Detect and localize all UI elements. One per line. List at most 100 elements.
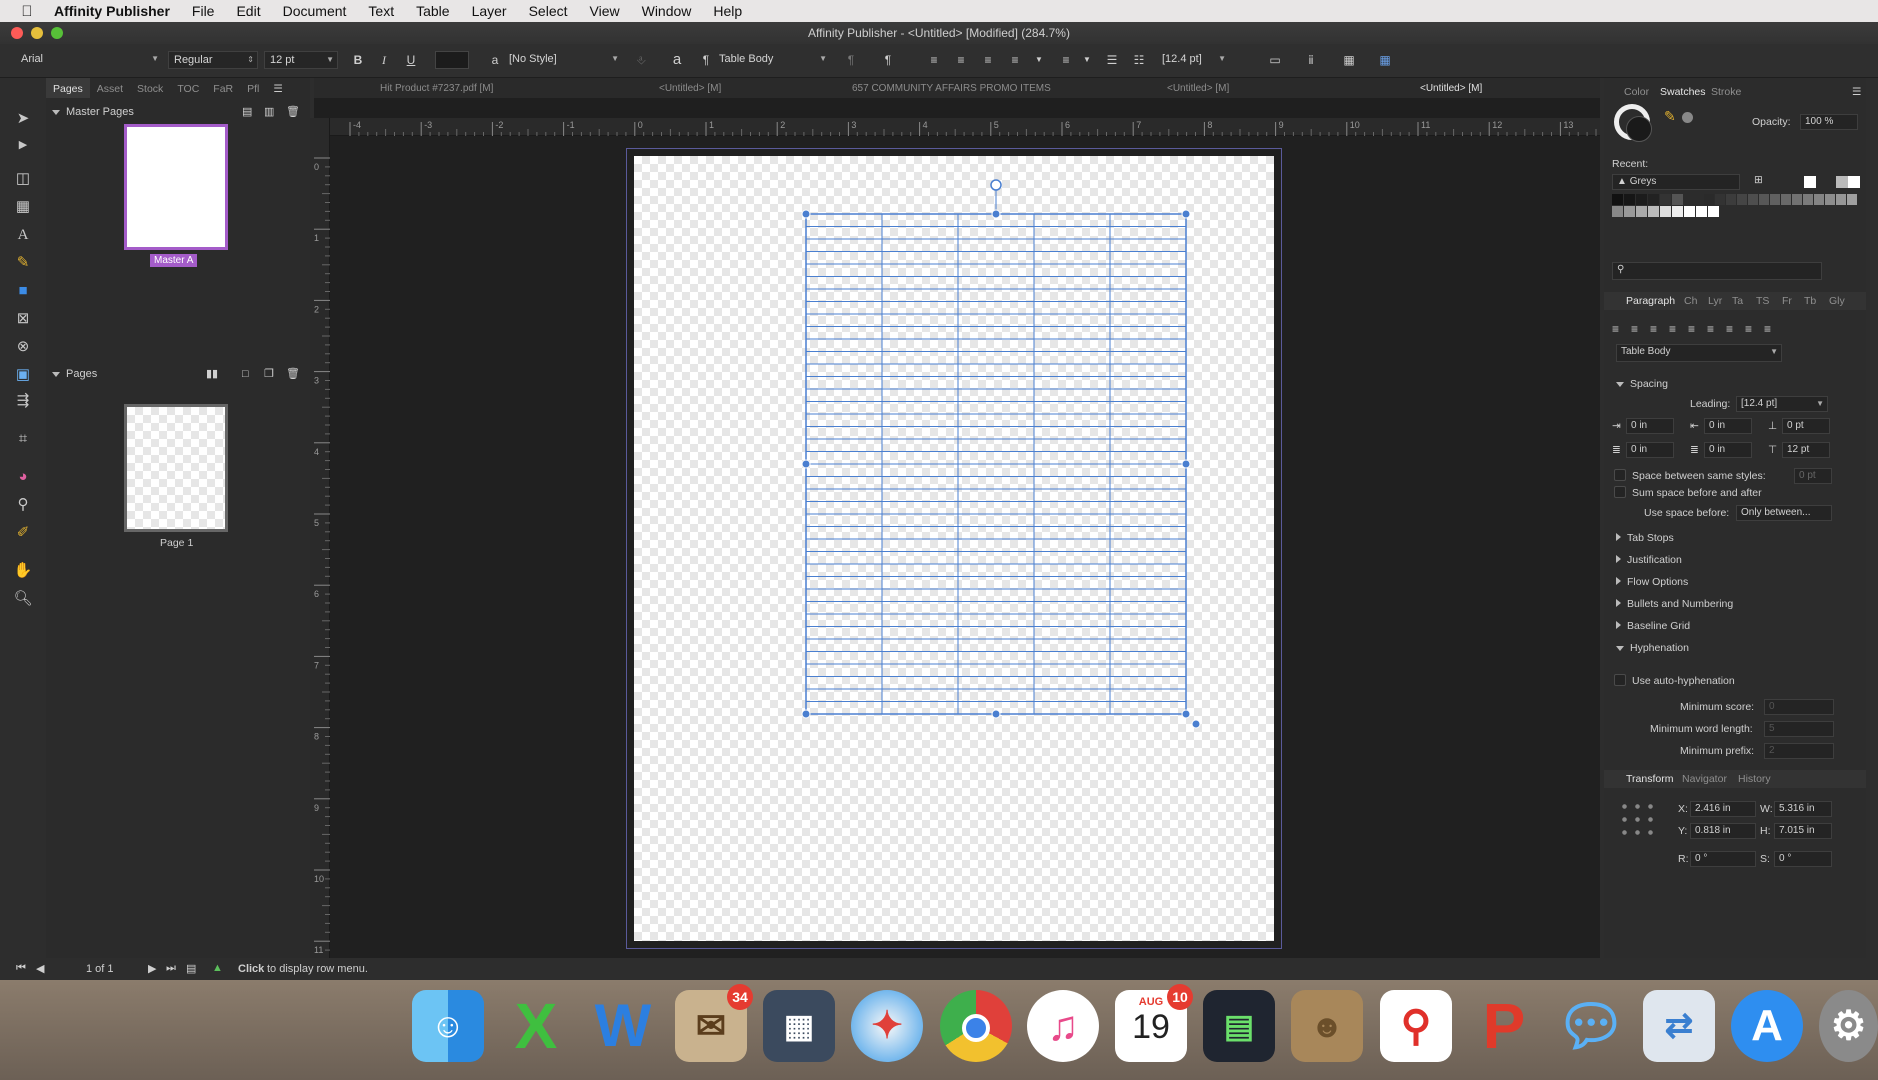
tab-character[interactable]: Ch bbox=[1684, 295, 1697, 307]
swatch-grey[interactable] bbox=[1847, 194, 1857, 205]
tab-text-styles[interactable]: Ta bbox=[1732, 295, 1743, 307]
eyedropper-icon[interactable]: ✎ bbox=[1664, 108, 1676, 125]
space-before-field[interactable]: 0 pt bbox=[1782, 418, 1830, 434]
chevron-down-icon[interactable]: ▼ bbox=[1076, 51, 1098, 69]
rotation-field[interactable]: 0 ° bbox=[1690, 851, 1756, 867]
none-swatch[interactable] bbox=[1804, 176, 1816, 188]
swatch-light-grey[interactable] bbox=[1836, 176, 1848, 188]
color-dot-icon[interactable] bbox=[1682, 112, 1693, 123]
swatch-dark[interactable] bbox=[1672, 194, 1683, 205]
calendar-icon[interactable]: AUG 19 10 bbox=[1115, 984, 1193, 1062]
tab-toc[interactable]: TOC bbox=[170, 78, 206, 98]
section-tab-stops[interactable]: Tab Stops bbox=[1616, 532, 1674, 544]
section-hyphenation[interactable]: Hyphenation bbox=[1616, 642, 1689, 654]
swatch-grey[interactable] bbox=[1836, 194, 1846, 205]
tab-find-replace[interactable]: FaR bbox=[206, 78, 240, 98]
menu-select[interactable]: Select bbox=[518, 3, 579, 19]
spread-view-icon[interactable]: ▮▮ bbox=[206, 364, 218, 384]
node-tool-icon[interactable]: ▶ bbox=[12, 134, 34, 156]
pages-header[interactable]: Pages ▮▮ □ ❐ 🗑︎ bbox=[46, 364, 310, 384]
excel-icon[interactable]: X bbox=[500, 990, 572, 1062]
min-word-length-field[interactable]: 5 bbox=[1764, 721, 1834, 737]
safari-icon[interactable]: ✦ bbox=[851, 990, 923, 1062]
last-page-icon[interactable]: ⏭ bbox=[166, 962, 176, 975]
swatch-grey[interactable] bbox=[1792, 194, 1802, 205]
canvas[interactable] bbox=[330, 136, 1600, 958]
hand-tool-icon[interactable]: ✋ bbox=[12, 560, 34, 582]
swatch-light[interactable] bbox=[1696, 206, 1707, 217]
h-field[interactable]: 7.015 in bbox=[1774, 823, 1832, 839]
font-size-select[interactable]: 12 pt ▼ bbox=[264, 51, 338, 69]
swatch-grey[interactable] bbox=[1803, 194, 1813, 205]
swatch-light[interactable] bbox=[1624, 206, 1635, 217]
swatch-grey[interactable] bbox=[1814, 194, 1824, 205]
page[interactable] bbox=[634, 156, 1274, 941]
align-center-icon[interactable]: ≡ bbox=[950, 51, 972, 69]
swatch-dark[interactable] bbox=[1624, 194, 1635, 205]
font-style-select[interactable]: Regular ⇕ bbox=[168, 51, 258, 69]
duplicate-page-icon[interactable]: ❐ bbox=[264, 364, 274, 384]
anchor-point-selector[interactable] bbox=[1618, 800, 1658, 840]
min-score-field[interactable]: 0 bbox=[1764, 699, 1834, 715]
menu-document[interactable]: Document bbox=[272, 3, 358, 19]
tab-swatches[interactable]: Swatches bbox=[1660, 86, 1706, 98]
space-between-field[interactable]: 0 pt bbox=[1794, 468, 1832, 484]
auto-hyphenation-checkbox[interactable] bbox=[1614, 674, 1626, 686]
tab-paragraph[interactable]: Paragraph bbox=[1626, 295, 1675, 307]
messages-icon[interactable]: 💬︎ bbox=[1555, 990, 1627, 1062]
swatch-grey[interactable] bbox=[1825, 194, 1835, 205]
transparency-tool-icon[interactable]: ⚲ bbox=[12, 494, 34, 516]
sum-space-checkbox[interactable] bbox=[1614, 486, 1626, 498]
swatch-grey[interactable] bbox=[1726, 194, 1736, 205]
preflight-icon[interactable]: ▲ bbox=[212, 962, 223, 974]
zoom-tool-icon[interactable]: 🔍︎ bbox=[12, 588, 34, 610]
tab-frame[interactable]: Fr bbox=[1782, 295, 1792, 307]
tab-stock[interactable]: Stock bbox=[130, 78, 170, 98]
page-1-thumbnail[interactable] bbox=[124, 404, 228, 532]
swatch-dark[interactable] bbox=[1636, 194, 1647, 205]
ellipse-frame-tool-icon[interactable]: ⊗ bbox=[12, 336, 34, 358]
swatch-dark[interactable] bbox=[1612, 194, 1623, 205]
close-window-button[interactable] bbox=[11, 27, 23, 39]
doc-tab-4[interactable]: <Untitled> [M] bbox=[1167, 83, 1229, 94]
last-line-indent-field[interactable]: 0 in bbox=[1704, 442, 1752, 458]
word-icon[interactable]: W bbox=[587, 990, 659, 1062]
y-field[interactable]: 0.818 in bbox=[1690, 823, 1756, 839]
app-store-icon[interactable]: A bbox=[1731, 990, 1803, 1062]
table-format-icon[interactable]: ▦ bbox=[1374, 51, 1396, 69]
minimize-window-button[interactable] bbox=[31, 27, 43, 39]
panel-menu-icon[interactable]: ☰ bbox=[266, 78, 289, 98]
color-picker-tool-icon[interactable]: ✐ bbox=[12, 522, 34, 544]
paragraph-style-select[interactable]: Table Body ▼ bbox=[714, 51, 830, 69]
zoom-window-button[interactable] bbox=[51, 27, 63, 39]
swatch-grey[interactable] bbox=[1770, 194, 1780, 205]
powerpoint-icon[interactable]: P bbox=[1468, 990, 1540, 1062]
tab-pages[interactable]: Pages bbox=[46, 78, 90, 98]
section-bullets-numbering[interactable]: Bullets and Numbering bbox=[1616, 598, 1733, 610]
swatch-grey[interactable] bbox=[1781, 194, 1791, 205]
swatch-search-input[interactable]: ⚲ bbox=[1612, 262, 1822, 280]
menu-app[interactable]: Affinity Publisher bbox=[54, 3, 181, 19]
next-page-icon[interactable]: ▶ bbox=[148, 962, 156, 975]
artistic-text-tool-icon[interactable]: A bbox=[12, 224, 34, 246]
rectangle-tool-icon[interactable]: ■ bbox=[12, 280, 34, 302]
crop-tool-icon[interactable]: ⌗ bbox=[12, 428, 34, 450]
vertical-align-icon[interactable]: ≡ bbox=[1055, 51, 1077, 69]
paragraph-style-dropdown[interactable]: Table Body ▼ bbox=[1616, 344, 1782, 362]
tab-transform[interactable]: Transform bbox=[1626, 773, 1673, 785]
swatch-grey[interactable] bbox=[1759, 194, 1769, 205]
left-indent-field[interactable]: 0 in bbox=[1626, 418, 1674, 434]
chevron-down-icon[interactable]: ▼ bbox=[1028, 51, 1050, 69]
chrome-icon[interactable] bbox=[940, 990, 1012, 1062]
content-tool-icon[interactable]: ⇶ bbox=[12, 390, 34, 412]
menu-window[interactable]: Window bbox=[631, 3, 703, 19]
picture-frame-tool-icon[interactable]: ⊠ bbox=[12, 308, 34, 330]
acrobat-icon[interactable]: ⚲ bbox=[1380, 990, 1452, 1062]
space-between-checkbox[interactable] bbox=[1614, 469, 1626, 481]
tab-navigator[interactable]: Navigator bbox=[1682, 773, 1727, 785]
menu-file[interactable]: File bbox=[181, 3, 226, 19]
preview-app-icon[interactable]: ▤ bbox=[1203, 990, 1275, 1062]
delete-page-icon[interactable]: 🗑︎ bbox=[286, 364, 300, 384]
menu-edit[interactable]: Edit bbox=[225, 3, 271, 19]
vertical-ruler[interactable]: 0 1 2 3 4 5 6 7 8 9 10 11 bbox=[310, 118, 330, 978]
